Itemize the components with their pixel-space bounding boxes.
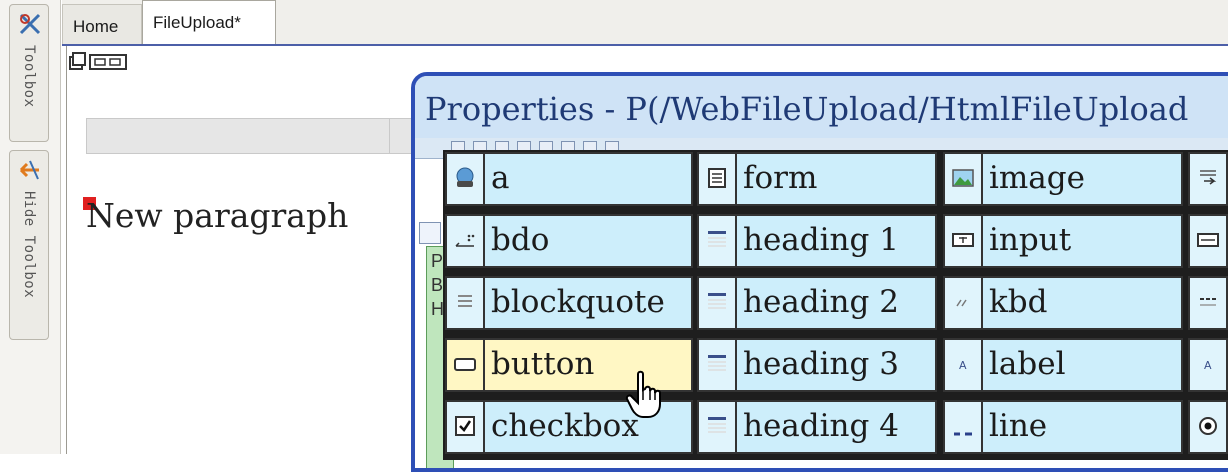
toolbox-label: Toolbox	[21, 45, 37, 108]
element-item-label: label	[989, 346, 1066, 382]
element-item-line[interactable]: line	[943, 400, 1183, 454]
password-icon	[1190, 216, 1228, 266]
label-icon: A	[945, 340, 983, 390]
form-icon	[699, 154, 737, 204]
element-item-pr[interactable]: pr	[1188, 276, 1228, 330]
blockquote-icon	[447, 278, 485, 328]
element-item-label: heading 4	[743, 408, 899, 444]
element-item-sp[interactable]: Asp	[1188, 338, 1228, 392]
heading-icon	[699, 216, 737, 266]
anchor-icon	[447, 154, 485, 204]
heading-icon	[699, 278, 737, 328]
element-item-label: image	[989, 160, 1085, 196]
svg-text:A: A	[959, 359, 967, 372]
radio-icon	[1190, 402, 1228, 452]
element-item-label: blockquote	[491, 284, 665, 320]
element-item-label: heading 3	[743, 346, 899, 382]
element-item-label: bdo	[491, 222, 550, 258]
element-item-label: button	[491, 346, 595, 382]
image-icon	[945, 154, 983, 204]
hide-toolbox-label: Hide Toolbox	[21, 191, 37, 299]
element-item-label: a	[491, 160, 510, 196]
element-item-pa[interactable]: pa	[1188, 214, 1228, 268]
bdo-icon	[447, 216, 485, 266]
element-item-ra[interactable]: ra	[1188, 400, 1228, 454]
heading-icon	[699, 402, 737, 452]
element-item-label: heading 1	[743, 222, 899, 258]
span-icon: A	[1190, 340, 1228, 390]
toolbox-icon	[19, 13, 41, 35]
element-picker-grid: a bdo blockquote button checkbox form heading …	[443, 150, 1228, 460]
element-item-image[interactable]: image	[943, 152, 1183, 206]
element-item-blockquote[interactable]: blockquote	[445, 276, 693, 330]
tab-home[interactable]: Home	[62, 4, 142, 44]
toolbox-strip: Toolbox Hide Toolbox	[0, 0, 61, 454]
paragraph-icon	[1190, 154, 1228, 204]
tab-fileupload[interactable]: FileUpload*	[142, 0, 276, 44]
hand-cursor-icon	[625, 370, 661, 418]
element-item-kbd[interactable]: kbd	[943, 276, 1183, 330]
element-item-input[interactable]: input	[943, 214, 1183, 268]
preformatted-icon	[1190, 278, 1228, 328]
toolbox-tab[interactable]: Toolbox	[9, 4, 49, 142]
element-item-label[interactable]: Alabel	[943, 338, 1183, 392]
hide-toolbox-tab[interactable]: Hide Toolbox	[9, 150, 49, 340]
element-item-heading-1[interactable]: heading 1	[697, 214, 937, 268]
input-icon	[945, 216, 983, 266]
element-item-heading-2[interactable]: heading 2	[697, 276, 937, 330]
button-icon	[447, 340, 485, 390]
document-tabbar: Home FileUpload*	[62, 0, 1228, 46]
return-icon[interactable]	[419, 222, 441, 244]
heading-icon	[699, 340, 737, 390]
element-item-pa[interactable]: pa	[1188, 152, 1228, 206]
svg-text:A: A	[1204, 359, 1212, 372]
element-item-heading-4[interactable]: heading 4	[697, 400, 937, 454]
element-item-label: kbd	[989, 284, 1048, 320]
line-icon	[945, 402, 983, 452]
margin-rule	[66, 46, 67, 454]
hide-toolbox-icon	[19, 160, 39, 180]
element-item-a[interactable]: a	[445, 152, 693, 206]
kbd-icon	[945, 278, 983, 328]
element-item-label: form	[743, 160, 818, 196]
element-item-label: line	[989, 408, 1048, 444]
element-item-label: input	[989, 222, 1072, 258]
element-item-form[interactable]: form	[697, 152, 937, 206]
layout-toggle-icon[interactable]	[68, 51, 158, 73]
new-paragraph[interactable]: New paragraph	[86, 196, 348, 235]
element-item-heading-3[interactable]: heading 3	[697, 338, 937, 392]
element-item-label: checkbox	[491, 408, 639, 444]
element-item-label: heading 2	[743, 284, 899, 320]
element-item-bdo[interactable]: bdo	[445, 214, 693, 268]
properties-title[interactable]: Properties - P(/WebFileUpload/HtmlFileUp…	[415, 76, 1228, 138]
checkbox-icon	[447, 402, 485, 452]
